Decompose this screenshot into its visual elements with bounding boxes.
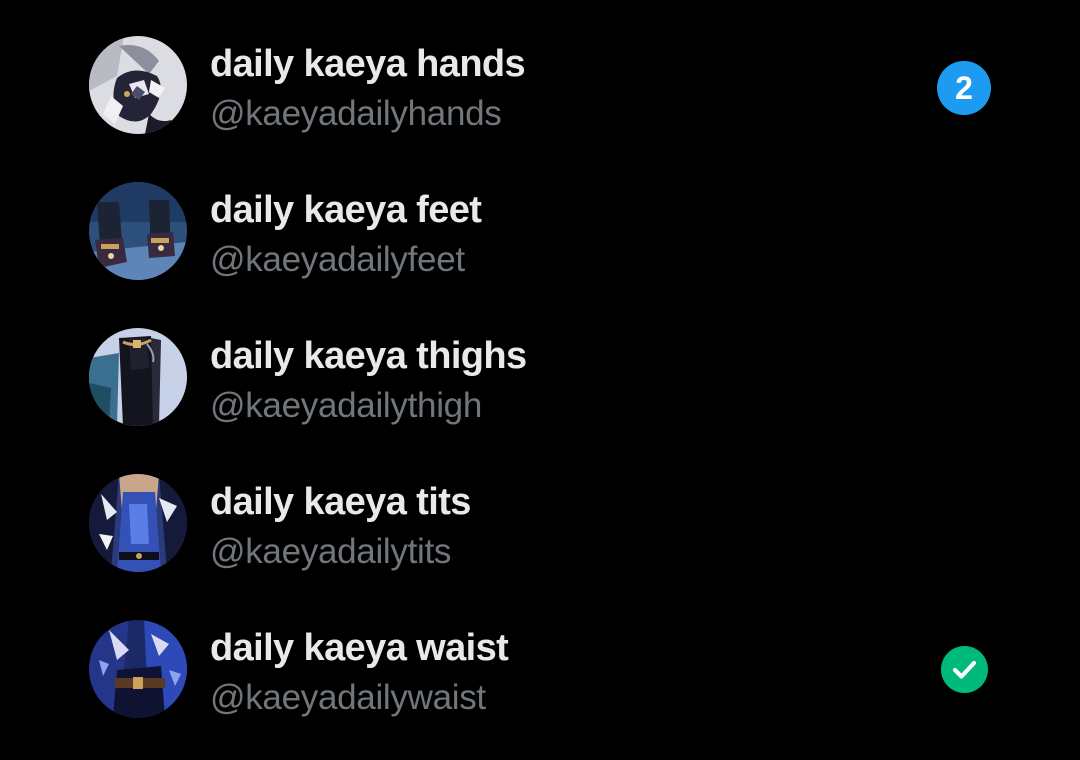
chest-avatar-image xyxy=(89,474,187,572)
avatar-kaeyadailythigh xyxy=(89,328,187,426)
unread-count-badge: 2 xyxy=(937,61,991,115)
account-display-name: daily kaeya waist xyxy=(210,627,509,669)
avatar-kaeyadailywaist xyxy=(89,620,187,718)
check-icon xyxy=(941,646,988,693)
account-display-name: daily kaeya hands xyxy=(210,43,526,85)
account-handle: @kaeyadailywaist xyxy=(210,678,486,717)
avatar-kaeyadailyhands xyxy=(89,36,187,134)
account-display-name: daily kaeya tits xyxy=(210,481,471,523)
hands-avatar-image xyxy=(89,36,187,134)
check-icon-glyph xyxy=(952,660,977,679)
feet-avatar-image xyxy=(89,182,187,280)
account-switcher-list: daily kaeya hands @kaeyadailyhands 2 dai… xyxy=(0,0,1080,760)
thighs-avatar-image xyxy=(89,328,187,426)
account-row-kaeyadailywaist[interactable]: daily kaeya waist @kaeyadailywaist xyxy=(0,596,1080,742)
account-display-name: daily kaeya thighs xyxy=(210,335,527,377)
account-handle: @kaeyadailyfeet xyxy=(210,240,465,279)
avatar-kaeyadailytits xyxy=(89,474,187,572)
account-row-kaeyadailythigh[interactable]: daily kaeya thighs @kaeyadailythigh xyxy=(0,304,1080,450)
account-row-kaeyadailyfeet[interactable]: daily kaeya feet @kaeyadailyfeet xyxy=(0,158,1080,304)
account-handle: @kaeyadailyhands xyxy=(210,94,502,133)
account-row-kaeyadailytits[interactable]: daily kaeya tits @kaeyadailytits xyxy=(0,450,1080,596)
avatar-kaeyadailyfeet xyxy=(89,182,187,280)
account-handle: @kaeyadailythigh xyxy=(210,386,483,425)
account-row-kaeyadailyhands[interactable]: daily kaeya hands @kaeyadailyhands 2 xyxy=(0,12,1080,158)
account-handle: @kaeyadailytits xyxy=(210,532,452,571)
account-display-name: daily kaeya feet xyxy=(210,189,482,231)
waist-avatar-image xyxy=(89,620,187,718)
